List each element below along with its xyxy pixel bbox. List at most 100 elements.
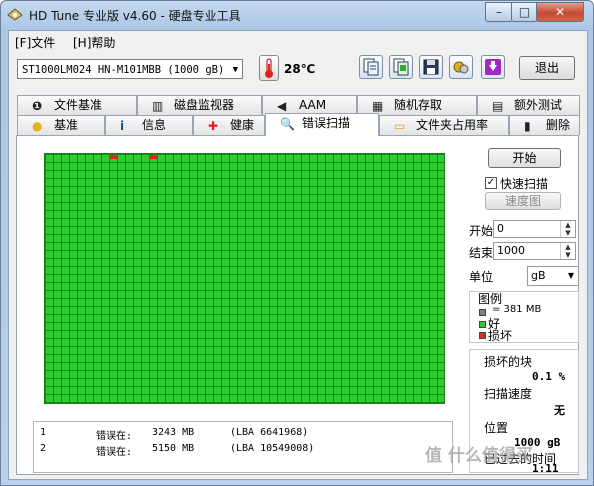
tab-top-4[interactable]: ▤ 额外测试 bbox=[477, 95, 580, 115]
app-window: HD Tune 专业版 v4.60 - 硬盘专业工具 – □ ✕ [F]文件 [… bbox=[0, 0, 594, 486]
error-label: 错误在: bbox=[96, 431, 133, 442]
watermark: 值 什么值得买 bbox=[425, 446, 533, 466]
legend-group: 图例 = 381 MB 好 损坏 bbox=[469, 291, 579, 343]
unit-label: 单位 bbox=[469, 270, 494, 284]
tab-top-1[interactable]: ▥ 磁盘监视器 bbox=[137, 95, 262, 115]
maximize-button[interactable]: □ bbox=[511, 2, 538, 22]
unit-select[interactable]: gB ▼ bbox=[527, 266, 579, 286]
download-button[interactable] bbox=[481, 55, 505, 79]
chevron-down-icon: ▼ bbox=[232, 65, 238, 75]
damaged-blocks-value: 0.1 % bbox=[532, 370, 566, 383]
tab-top-3[interactable]: ▦ 随机存取 bbox=[357, 95, 477, 115]
copy-info-icon bbox=[363, 58, 379, 76]
menu-bar: [F]文件 [H]帮助 bbox=[9, 31, 587, 51]
tab-label: 文件基准 bbox=[54, 98, 103, 112]
save-button[interactable] bbox=[419, 55, 443, 79]
scan-speed-label: 扫描速度 bbox=[484, 387, 533, 401]
quick-scan-label: 快速扫描 bbox=[500, 177, 549, 191]
chevron-down-icon: ▼ bbox=[567, 271, 574, 280]
tab-bottom-0[interactable]: ● 基准 bbox=[17, 115, 105, 135]
position-label: 位置 bbox=[484, 421, 509, 435]
scan-speed-value: 无 bbox=[554, 404, 565, 417]
tab-bottom-3[interactable]: 🔍 错误扫描 bbox=[265, 113, 379, 136]
tab-label: 错误扫描 bbox=[302, 116, 351, 130]
spin-up-icon[interactable]: ▲ bbox=[560, 243, 575, 251]
speed-map-button[interactable]: 速度图 bbox=[485, 192, 561, 210]
start-input-value: 0 bbox=[497, 222, 504, 235]
benchmark-icon: ● bbox=[32, 119, 43, 133]
speaker-icon: ◀ bbox=[277, 99, 287, 113]
end-input[interactable]: 1000 ▲ ▼ bbox=[493, 242, 576, 260]
error-lba: (LBA 10549008) bbox=[230, 443, 315, 454]
damaged-blocks-label: 损坏的块 bbox=[484, 355, 533, 369]
spin-down-icon[interactable]: ▼ bbox=[560, 251, 575, 259]
temperature-readout: 28℃ bbox=[284, 62, 316, 76]
tab-label: 随机存取 bbox=[394, 98, 443, 112]
random-access-icon: ▦ bbox=[372, 99, 384, 113]
tab-bottom-2[interactable]: ✚ 健康 bbox=[193, 115, 265, 135]
error-scan-icon: 🔍 bbox=[280, 117, 295, 131]
health-icon: ✚ bbox=[208, 119, 219, 133]
elapsed-value: 1:11 bbox=[532, 462, 559, 475]
error-scan-panel: 1 错误在: 3243 MB (LBA 6641968) 2 错误在: 5150 MB (LB… bbox=[16, 135, 579, 475]
menu-help[interactable]: [H]帮助 bbox=[73, 34, 115, 51]
start-input[interactable]: 0 ▲ ▼ bbox=[493, 220, 576, 238]
download-icon bbox=[485, 59, 501, 75]
error-mb: 5150 MB bbox=[152, 443, 195, 454]
error-lba: (LBA 6641968) bbox=[230, 427, 309, 438]
spin-up-icon[interactable]: ▲ bbox=[560, 221, 575, 229]
copy-screenshot-icon bbox=[393, 58, 409, 76]
window-title: HD Tune 专业版 v4.60 - 硬盘专业工具 bbox=[29, 9, 241, 23]
copy-info-button[interactable] bbox=[359, 55, 383, 79]
legend-block-size: = 381 MB bbox=[492, 304, 542, 315]
unit-select-value: gB bbox=[531, 269, 546, 282]
start-label: 开始 bbox=[469, 224, 494, 238]
tab-bottom-1[interactable]: i 信息 bbox=[105, 115, 193, 135]
spin-down-icon[interactable]: ▼ bbox=[560, 229, 575, 237]
tab-bottom-4[interactable]: ▭ 文件夹占用率 bbox=[379, 115, 509, 135]
error-mb: 3243 MB bbox=[152, 427, 195, 438]
hdtune-logo-icon bbox=[7, 8, 23, 21]
drive-select[interactable]: ST1000LM024 HN-M101MBB (1000 gB) ▼ bbox=[17, 59, 243, 79]
toolbar: ST1000LM024 HN-M101MBB (1000 gB) ▼ 28℃ 退… bbox=[9, 53, 587, 83]
tab-label: 磁盘监视器 bbox=[174, 98, 235, 112]
close-button[interactable]: ✕ bbox=[536, 2, 584, 22]
start-scan-button[interactable]: 开始 bbox=[488, 148, 561, 168]
options-button[interactable] bbox=[449, 55, 473, 79]
file-benchmark-icon: ❶ bbox=[32, 99, 43, 113]
end-label: 结束 bbox=[469, 246, 494, 260]
tab-top-2[interactable]: ◀ AAM bbox=[262, 95, 357, 115]
extra-tests-icon: ▤ bbox=[492, 99, 504, 113]
minimize-button[interactable]: – bbox=[485, 2, 513, 22]
info-icon: i bbox=[120, 119, 125, 133]
legend-swatch-damaged bbox=[479, 332, 486, 339]
drive-select-value: ST1000LM024 HN-M101MBB (1000 gB) bbox=[22, 64, 225, 76]
quick-scan-checkbox[interactable]: ✓ bbox=[485, 177, 497, 189]
copy-screenshot-button[interactable] bbox=[389, 55, 413, 79]
error-index: 1 bbox=[40, 427, 47, 438]
legend-swatch-unknown bbox=[479, 309, 486, 316]
tab-bottom-5[interactable]: ▮ 删除 bbox=[509, 115, 580, 135]
tab-label: 额外测试 bbox=[514, 98, 563, 112]
legend-damaged-label: 损坏 bbox=[488, 329, 513, 343]
tab-top-0[interactable]: ❶ 文件基准 bbox=[17, 95, 137, 115]
error-log[interactable]: 1 错误在: 3243 MB (LBA 6641968) 2 错误在: 5150 MB (LB… bbox=[33, 421, 453, 473]
menu-file[interactable]: [F]文件 bbox=[15, 34, 55, 51]
tab-label: 删除 bbox=[546, 118, 571, 132]
save-icon bbox=[423, 59, 439, 75]
exit-button[interactable]: 退出 bbox=[519, 56, 575, 80]
check-icon: ✓ bbox=[486, 177, 496, 188]
disk-monitor-icon: ▥ bbox=[152, 99, 164, 113]
title-bar: HD Tune 专业版 v4.60 - 硬盘专业工具 – □ ✕ bbox=[1, 1, 593, 29]
folder-usage-icon: ▭ bbox=[394, 119, 406, 133]
scan-block-map bbox=[44, 153, 445, 404]
damaged-block bbox=[150, 155, 157, 159]
client-area: [F]文件 [H]帮助 ST1000LM024 HN-M101MBB (1000… bbox=[8, 30, 588, 480]
legend-swatch-good bbox=[479, 321, 486, 328]
tab-label: 健康 bbox=[230, 118, 255, 132]
damaged-block bbox=[110, 155, 117, 159]
tab-label: 基准 bbox=[54, 118, 79, 132]
options-icon bbox=[453, 61, 469, 74]
error-label: 错误在: bbox=[96, 447, 133, 458]
thermometer-icon bbox=[259, 55, 279, 81]
